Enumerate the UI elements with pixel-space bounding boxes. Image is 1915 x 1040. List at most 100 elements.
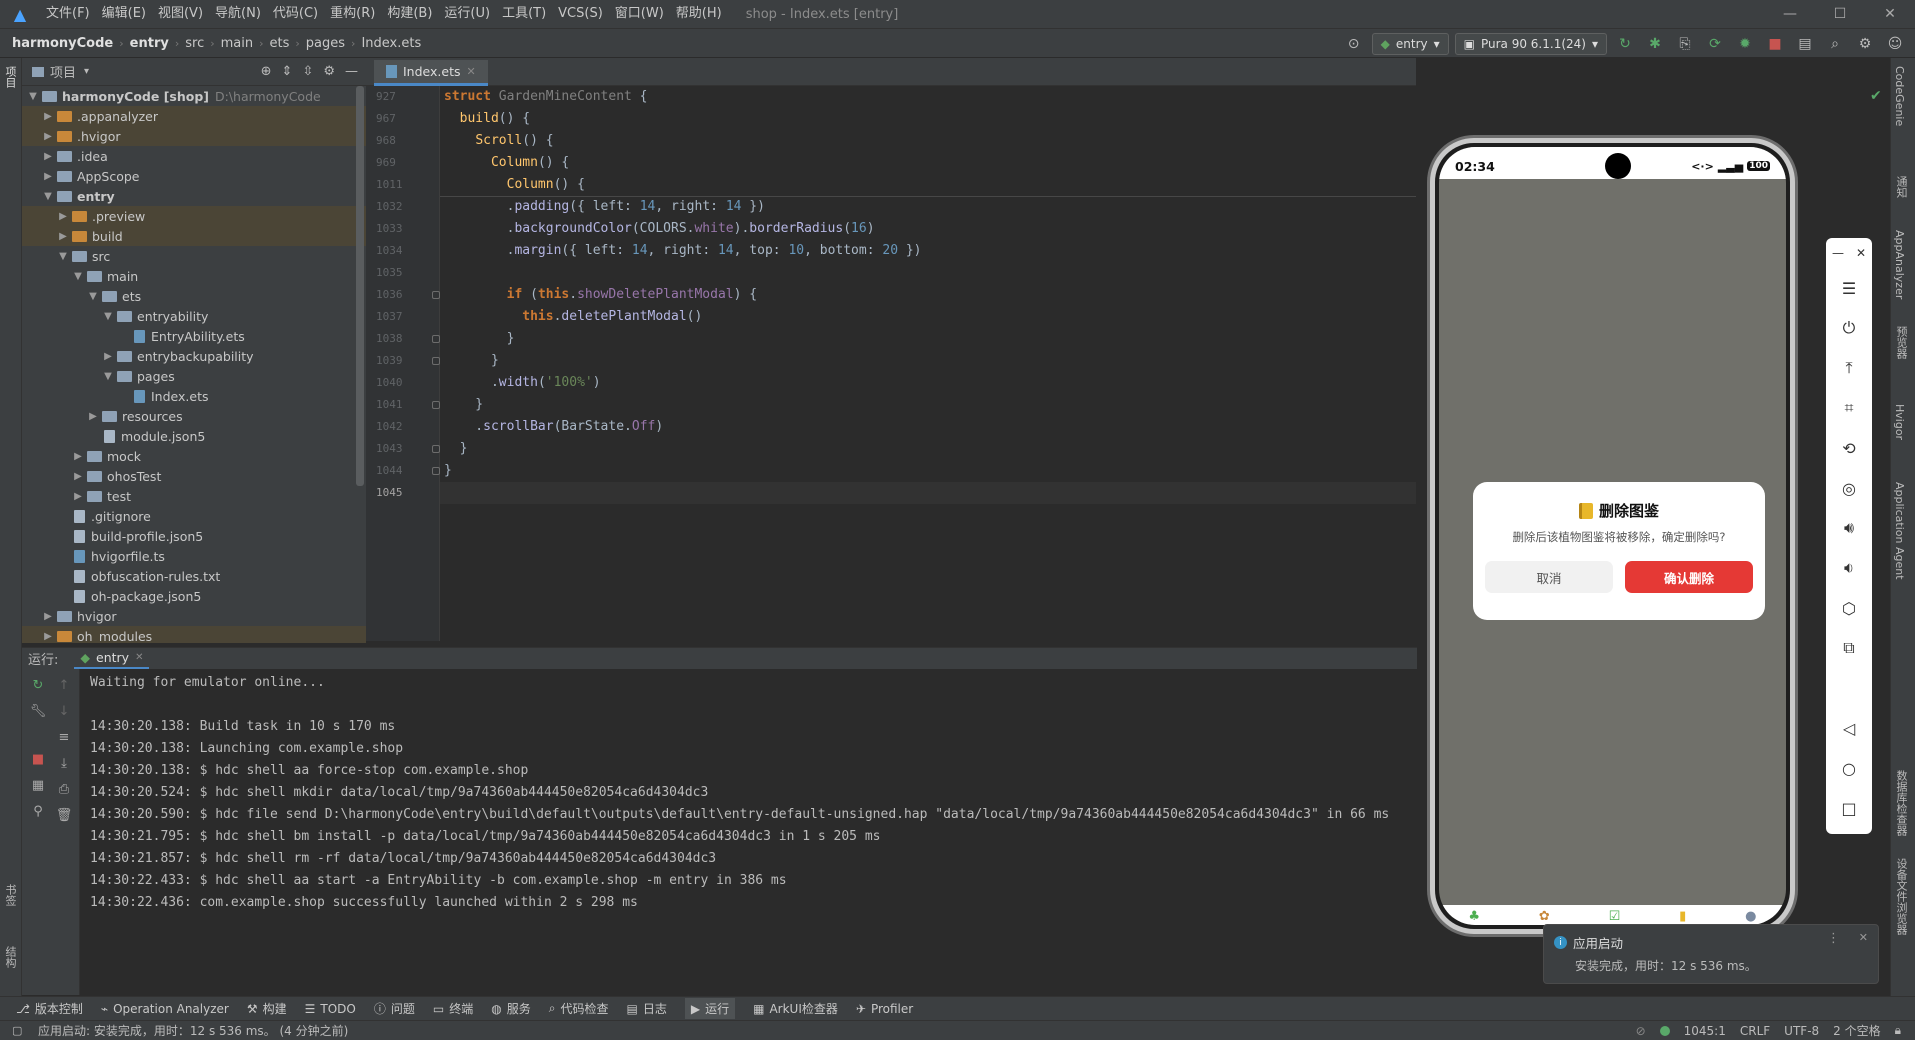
bottom-tool-11[interactable]: ✈ Profiler: [856, 1002, 913, 1016]
close-tab-icon[interactable]: ✕: [467, 65, 476, 78]
line-number[interactable]: 1042: [366, 416, 439, 438]
tree-item[interactable]: ▶ .appanalyzer: [22, 106, 366, 126]
breadcrumb-item[interactable]: main: [221, 36, 253, 51]
code-line[interactable]: .padding({ left: 14, right: 14 }): [440, 196, 1416, 218]
line-number[interactable]: 1038: [366, 328, 440, 350]
breadcrumb-item[interactable]: src: [185, 36, 204, 51]
close-icon[interactable]: ✕: [1859, 931, 1868, 944]
tree-item[interactable]: .gitignore: [22, 506, 366, 526]
bottom-tool-4[interactable]: ⓘ 问题: [374, 1000, 415, 1017]
connection-status-icon[interactable]: [1659, 1025, 1670, 1036]
right-tab[interactable]: CodeGenie: [1893, 66, 1906, 126]
more-icon[interactable]: ⋮: [1827, 931, 1840, 946]
tree-item[interactable]: ▶ mock: [22, 446, 366, 466]
collapse-all-icon[interactable]: ⇳: [302, 64, 313, 79]
code-line[interactable]: }: [440, 328, 1416, 350]
fold-icon[interactable]: ⬡: [1826, 588, 1872, 628]
project-panel-title[interactable]: 项目: [50, 62, 76, 81]
line-number[interactable]: 1040: [366, 372, 439, 394]
menu-item[interactable]: 编辑(E): [96, 0, 152, 28]
right-tab[interactable]: Hvigor: [1893, 404, 1906, 440]
bottom-tool-7[interactable]: ⌕ 代码检查: [549, 1000, 609, 1017]
close-icon[interactable]: ✕: [1865, 0, 1915, 28]
chevron-right-icon[interactable]: ▶: [41, 631, 55, 642]
line-number[interactable]: 1011: [366, 174, 439, 196]
tree-item[interactable]: hvigorfile.ts: [22, 546, 366, 566]
fold-marker-icon[interactable]: [432, 401, 440, 409]
chevron-right-icon[interactable]: ▶: [56, 231, 70, 242]
tab-user-icon[interactable]: ●: [1745, 909, 1756, 924]
code-line[interactable]: build() {: [440, 108, 1416, 130]
chevron-right-icon[interactable]: ▶: [71, 471, 85, 482]
breadcrumb-item[interactable]: ets: [270, 36, 290, 51]
line-number[interactable]: 968: [366, 130, 439, 152]
code-line[interactable]: Column() {: [440, 152, 1416, 174]
chevron-right-icon[interactable]: ▶: [86, 411, 100, 422]
fold-marker-icon[interactable]: [432, 445, 440, 453]
line-number[interactable]: 967: [366, 108, 439, 130]
left-tab-structure[interactable]: 结构: [2, 946, 18, 968]
line-number[interactable]: 1032: [366, 196, 439, 218]
close-tab-icon[interactable]: ✕: [135, 652, 143, 663]
right-tab[interactable]: 数据库检查器: [1893, 770, 1909, 836]
tree-item[interactable]: ▼ pages: [22, 366, 366, 386]
soft-wrap-icon[interactable]: ≡: [52, 725, 76, 749]
run-tab-entry[interactable]: ◆ entry ✕: [74, 648, 150, 670]
rotate-icon[interactable]: ⟲: [1826, 428, 1872, 468]
chevron-right-icon[interactable]: ▶: [41, 131, 55, 142]
line-number[interactable]: 1045: [366, 482, 439, 504]
settings-icon[interactable]: ⚙: [1853, 32, 1877, 56]
chevron-right-icon[interactable]: ▶: [101, 351, 115, 362]
fold-marker-icon[interactable]: [432, 467, 440, 475]
code-line[interactable]: }: [440, 438, 1416, 460]
chevron-right-icon[interactable]: ▶: [41, 111, 55, 122]
stop-icon[interactable]: ■: [1763, 32, 1787, 56]
confirm-delete-button[interactable]: 确认删除: [1625, 561, 1753, 593]
code-line[interactable]: .width('100%'): [440, 372, 1416, 394]
tree-item[interactable]: ▼ entryability: [22, 306, 366, 326]
bottom-tool-5[interactable]: ▭ 终端: [433, 1000, 473, 1017]
phone-screen[interactable]: 02:34 <·> ▂▃▅ 100 删除图鉴 删除后该植物图鉴将被移除，确定删除…: [1439, 147, 1786, 925]
breadcrumb-item[interactable]: harmonyCode: [12, 36, 113, 51]
tree-item[interactable]: ▼ src: [22, 246, 366, 266]
right-tab[interactable]: 通知: [1893, 176, 1909, 198]
expand-all-icon[interactable]: ⇕: [282, 64, 293, 79]
multi-screen-icon[interactable]: ⧉: [1826, 628, 1872, 668]
print-icon[interactable]: ⎙: [52, 777, 76, 801]
crop-icon[interactable]: ⌗: [1826, 388, 1872, 428]
minimize-icon[interactable]: —: [1765, 0, 1815, 28]
menu-item[interactable]: 工具(T): [496, 0, 552, 28]
wrench-icon[interactable]: 🔧︎: [26, 699, 50, 723]
menu-item[interactable]: 代码(C): [267, 0, 324, 28]
bottom-tool-2[interactable]: ⚒ 构建: [247, 1000, 287, 1017]
target-icon[interactable]: ⊙: [1342, 32, 1366, 56]
rerun-icon[interactable]: ↻: [1613, 32, 1637, 56]
code-line[interactable]: .margin({ left: 14, right: 14, top: 10, …: [440, 240, 1416, 262]
line-number[interactable]: 969: [366, 152, 439, 174]
status-panel-icon[interactable]: ▢: [12, 1024, 22, 1037]
tab-check-icon[interactable]: ☑: [1609, 909, 1621, 924]
menu-item[interactable]: 构建(B): [381, 0, 438, 28]
tree-item[interactable]: ▶ .hvigor: [22, 126, 366, 146]
code-editor[interactable]: struct GardenMineContent { build() { Scr…: [440, 86, 1416, 641]
maximize-icon[interactable]: ☐: [1815, 0, 1865, 28]
code-line[interactable]: }: [440, 350, 1416, 372]
home-icon[interactable]: ○: [1826, 748, 1872, 788]
arrow-down-icon[interactable]: ↓: [52, 699, 76, 723]
recent-apps-icon[interactable]: □: [1826, 788, 1872, 828]
chevron-right-icon[interactable]: ▶: [41, 611, 55, 622]
tree-item[interactable]: ▼ main: [22, 266, 366, 286]
chevron-down-icon[interactable]: ▼: [71, 271, 85, 282]
tree-item[interactable]: ▼ entry: [22, 186, 366, 206]
menu-item[interactable]: 文件(F): [40, 0, 96, 28]
power-save-icon[interactable]: ⊘: [1636, 1024, 1646, 1038]
profile-icon[interactable]: ✹: [1733, 32, 1757, 56]
chevron-right-icon[interactable]: ▶: [41, 171, 55, 182]
caret-position[interactable]: 1045:1: [1684, 1024, 1726, 1038]
hide-icon[interactable]: —: [345, 64, 358, 79]
right-tab[interactable]: 预览器: [1893, 326, 1909, 359]
power-icon[interactable]: ⏻: [1826, 308, 1872, 348]
account-icon[interactable]: ☺: [1883, 32, 1907, 56]
tab-garden-icon[interactable]: ♣: [1468, 909, 1480, 924]
code-line[interactable]: .backgroundColor(COLORS.white).borderRad…: [440, 218, 1416, 240]
